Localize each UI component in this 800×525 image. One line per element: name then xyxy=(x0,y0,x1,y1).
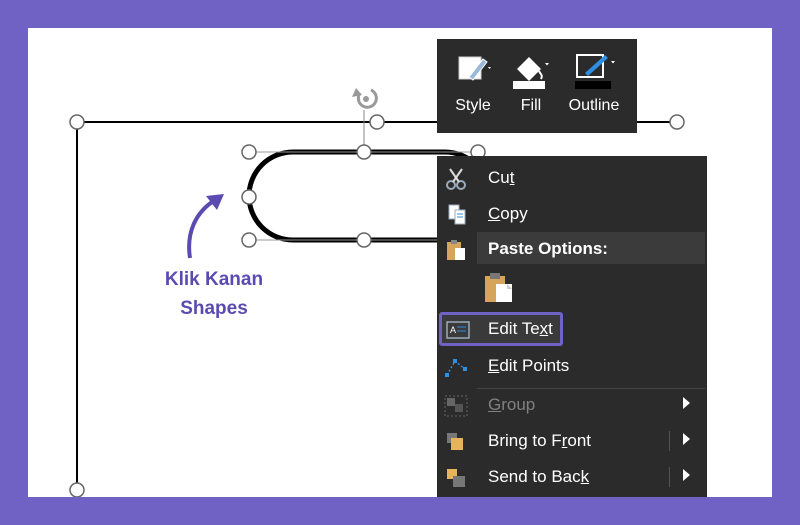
outline-button[interactable]: Outline xyxy=(561,47,627,127)
edit-text-label-post: t xyxy=(548,319,553,338)
menu-item-edit-points[interactable]: Edit Points xyxy=(437,349,707,383)
menu-item-send-to-back[interactable]: Send to Back xyxy=(437,460,707,494)
submenu-arrow-icon xyxy=(683,397,690,409)
group-icon xyxy=(444,395,468,417)
split-separator xyxy=(669,467,670,487)
menu-item-copy[interactable]: Copy xyxy=(437,197,707,231)
outline-pen-icon xyxy=(575,54,615,89)
menu-item-bring-to-front[interactable]: Bring to Front xyxy=(437,424,707,458)
annotation-line-2: Shapes xyxy=(180,298,248,319)
mini-toolbar: Style Fill Outline xyxy=(437,39,637,133)
submenu-arrow-icon[interactable] xyxy=(683,469,690,481)
edit-text-label-pre: Edit Te xyxy=(488,319,540,338)
fill-button[interactable]: Fill xyxy=(509,47,553,127)
scissors-icon xyxy=(446,168,466,190)
svg-text:A: A xyxy=(450,325,456,335)
edit-text-label-key: x xyxy=(539,319,549,338)
menu-item-group: Group xyxy=(437,388,707,422)
edit-points-icon xyxy=(445,359,467,377)
menu-item-paste-options: Paste Options: xyxy=(437,232,707,266)
outline-label: Outline xyxy=(568,97,620,114)
annotation-text: Klik Kanan Shapes xyxy=(158,265,270,323)
annotation-arrow-icon xyxy=(187,198,217,259)
cut-label-pre: Cu xyxy=(488,168,510,187)
paste-options-label: Paste Options: xyxy=(488,239,608,258)
copy-label-post: opy xyxy=(500,204,528,223)
style-icon xyxy=(458,56,491,81)
bring-to-front-label-pre: Bring to F xyxy=(488,431,562,450)
edit-text-icon: A xyxy=(446,321,470,339)
cut-label-key: t xyxy=(509,168,515,187)
rotate-handle-icon[interactable] xyxy=(352,88,378,109)
submenu-arrow-icon[interactable] xyxy=(683,433,690,445)
send-to-back-label-pre: Send to Bac xyxy=(488,467,581,486)
bring-to-front-label-post: ont xyxy=(567,431,592,450)
edit-points-label-post: dit Points xyxy=(499,356,570,375)
menu-item-cut[interactable]: Cut xyxy=(437,161,707,195)
edit-points-label-key: E xyxy=(488,356,500,375)
group-label-key: G xyxy=(488,395,502,414)
style-button[interactable]: Style xyxy=(447,47,499,127)
send-to-back-icon xyxy=(447,469,465,487)
split-separator xyxy=(669,431,670,451)
style-label: Style xyxy=(455,97,491,114)
bring-to-front-icon xyxy=(447,433,463,450)
fill-bucket-icon xyxy=(513,57,549,89)
paste-keep-formatting-icon[interactable] xyxy=(481,270,515,304)
paste-icon xyxy=(447,240,465,260)
group-label-post: roup xyxy=(501,395,536,414)
fill-label: Fill xyxy=(520,97,542,114)
copy-icon xyxy=(448,204,466,225)
send-to-back-label-key: k xyxy=(580,467,590,486)
copy-label-key: C xyxy=(488,204,501,223)
menu-item-edit-text[interactable]: A Edit Text xyxy=(437,312,707,346)
context-menu: Cut Copy Paste Options: A Edit Text Edit… xyxy=(437,156,707,497)
annotation-line-1: Klik Kanan xyxy=(164,269,264,290)
